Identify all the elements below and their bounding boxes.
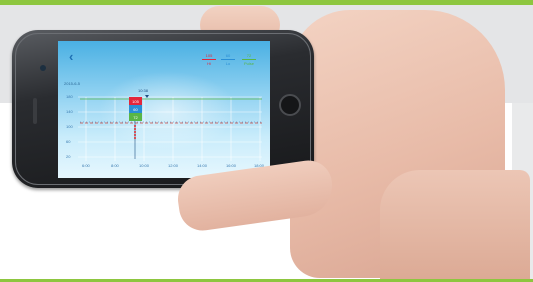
home-button[interactable] bbox=[279, 94, 301, 116]
x-tick: 8:00 bbox=[111, 163, 120, 168]
y-tick: 60 bbox=[66, 139, 71, 144]
hand-wrist bbox=[380, 170, 530, 279]
grid-lines bbox=[78, 96, 262, 161]
phone-screen: ‹ 105 Hi 60 Lo 72 Pulse 2015-6-5 10:38 1… bbox=[58, 41, 270, 178]
y-tick: 140 bbox=[66, 109, 73, 114]
x-tick: 10:00 bbox=[139, 163, 150, 168]
y-axis-ticks: 180 140 100 60 20 bbox=[66, 94, 73, 159]
x-tick: 6:00 bbox=[82, 163, 91, 168]
x-axis-ticks: 6:00 8:00 10:00 12:00 14:00 16:00 18:00 bbox=[82, 163, 265, 168]
reading-pulse-value: 72 bbox=[133, 115, 138, 120]
y-tick: 100 bbox=[66, 124, 73, 129]
front-camera-icon bbox=[40, 65, 46, 71]
reading-lo-value: 60 bbox=[133, 107, 138, 112]
y-tick: 20 bbox=[66, 154, 71, 159]
x-tick: 12:00 bbox=[168, 163, 179, 168]
marker-pointer-icon bbox=[145, 95, 149, 98]
reading-hi-value: 105 bbox=[132, 99, 139, 104]
x-tick: 16:00 bbox=[226, 163, 237, 168]
reading-chart[interactable]: 105 60 72 180 140 100 60 20 6:00 8:00 10… bbox=[58, 41, 270, 178]
x-tick: 14:00 bbox=[197, 163, 208, 168]
y-tick: 180 bbox=[66, 94, 73, 99]
phone-speaker bbox=[33, 98, 37, 124]
